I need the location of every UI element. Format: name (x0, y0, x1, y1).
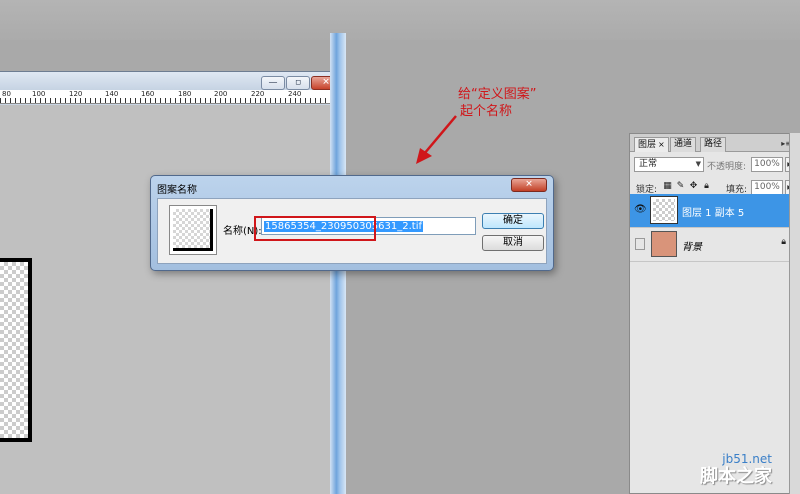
document-window: — ▫ ✕ 80 100 120 140 160 180 200 220 240… (0, 71, 346, 494)
eye-icon[interactable]: 👁︎ (634, 203, 647, 217)
pattern-preview (169, 205, 217, 255)
ok-button[interactable]: 确定 (482, 213, 544, 229)
layer-thumbnail (650, 196, 678, 224)
opacity-label: 不透明度: (707, 162, 747, 172)
blend-mode-select[interactable]: 正常 ▼ (634, 157, 704, 172)
annotation-line-1: 给“定义图案” (458, 87, 537, 102)
ruler-label: 120 (69, 90, 83, 98)
chevron-down-icon: ▼ (695, 160, 701, 168)
lock-move-icon[interactable]: ✥ (688, 181, 699, 192)
watermark-url: jb51.net (722, 452, 772, 466)
horizontal-ruler: 80 100 120 140 160 180 200 220 240 (0, 90, 332, 104)
opacity-input[interactable]: 100% (751, 157, 783, 172)
pattern-thumbnail (173, 209, 213, 251)
tab-label: 路径 (704, 139, 723, 149)
layer-name: 背景 (682, 242, 702, 253)
ruler-label: 140 (105, 90, 119, 98)
annotation-arrow-icon (416, 115, 457, 164)
tab-paths[interactable]: 路径 (700, 137, 727, 152)
close-icon: ✕ (525, 179, 533, 190)
blend-row: 正常▼ 不透明度: 100% ▶ (630, 154, 796, 176)
minimize-icon: — (268, 77, 278, 88)
annotation-line-2: 起个名称 (460, 104, 513, 119)
close-icon: ✕ (322, 77, 330, 88)
ruler-label: 200 (214, 90, 228, 98)
ruler-ticks (0, 98, 332, 103)
canvas-area[interactable] (0, 105, 332, 494)
layer-name: 图层 1 副本 5 (682, 208, 745, 219)
minimize-button[interactable]: — (261, 76, 285, 90)
ruler-label: 240 (288, 90, 302, 98)
tab-layers[interactable]: 图层 × (634, 137, 669, 152)
fill-input[interactable]: 100% (751, 180, 783, 195)
watermark-text: 脚本之家 (700, 466, 772, 487)
tab-close-icon[interactable]: × (658, 140, 665, 149)
restore-button[interactable]: ▫ (286, 76, 310, 90)
canvas-image-preview (0, 258, 32, 442)
tab-channels[interactable]: 通道 (670, 137, 697, 152)
panel-scroll-edge[interactable] (789, 133, 800, 494)
layer-thumbnail (651, 231, 677, 257)
annotation-text: 给“定义图案” 起个名称 (458, 86, 536, 120)
window-controls: — ▫ ✕ (261, 76, 341, 90)
ruler-label: 80 (2, 90, 11, 98)
workspace-top-band (0, 0, 800, 40)
watermark: jb51.net 脚本之家 (700, 452, 772, 488)
cancel-button[interactable]: 取消 (482, 235, 544, 251)
lock-all-icon[interactable]: 🔒︎ (701, 181, 712, 192)
annotation-highlight-box (254, 216, 376, 241)
ruler-label: 100 (32, 90, 46, 98)
tab-label: 通道 (674, 139, 693, 149)
lock-paint-icon[interactable]: ✎ (675, 181, 686, 192)
ruler-label: 160 (141, 90, 155, 98)
restore-icon: ▫ (294, 77, 302, 88)
panel-tabs: 图层 × 通道 路径 ▸≡ (630, 134, 796, 152)
tab-label: 图层 (638, 140, 657, 150)
dialog-close-button[interactable]: ✕ (511, 178, 547, 192)
layer-row[interactable]: 👁︎ 图层 1 副本 5 (630, 194, 796, 228)
document-titlebar[interactable]: — ▫ ✕ (0, 72, 345, 90)
lock-icon: 🔒︎ (781, 237, 786, 247)
ruler-label: 220 (251, 90, 265, 98)
layer-row[interactable]: 背景 🔒︎ (630, 228, 796, 262)
blend-mode-value: 正常 (639, 159, 658, 169)
layers-panel: 图层× 通道 路径 ▸≡ 正常▼ 不透明度: 100% ▶ 锁定: ▦ ✎ ✥ … (629, 133, 797, 494)
lock-transparency-icon[interactable]: ▦ (662, 181, 673, 192)
visibility-toggle[interactable] (635, 238, 645, 250)
ruler-label: 180 (178, 90, 192, 98)
dialog-title: 图案名称 (157, 185, 197, 196)
